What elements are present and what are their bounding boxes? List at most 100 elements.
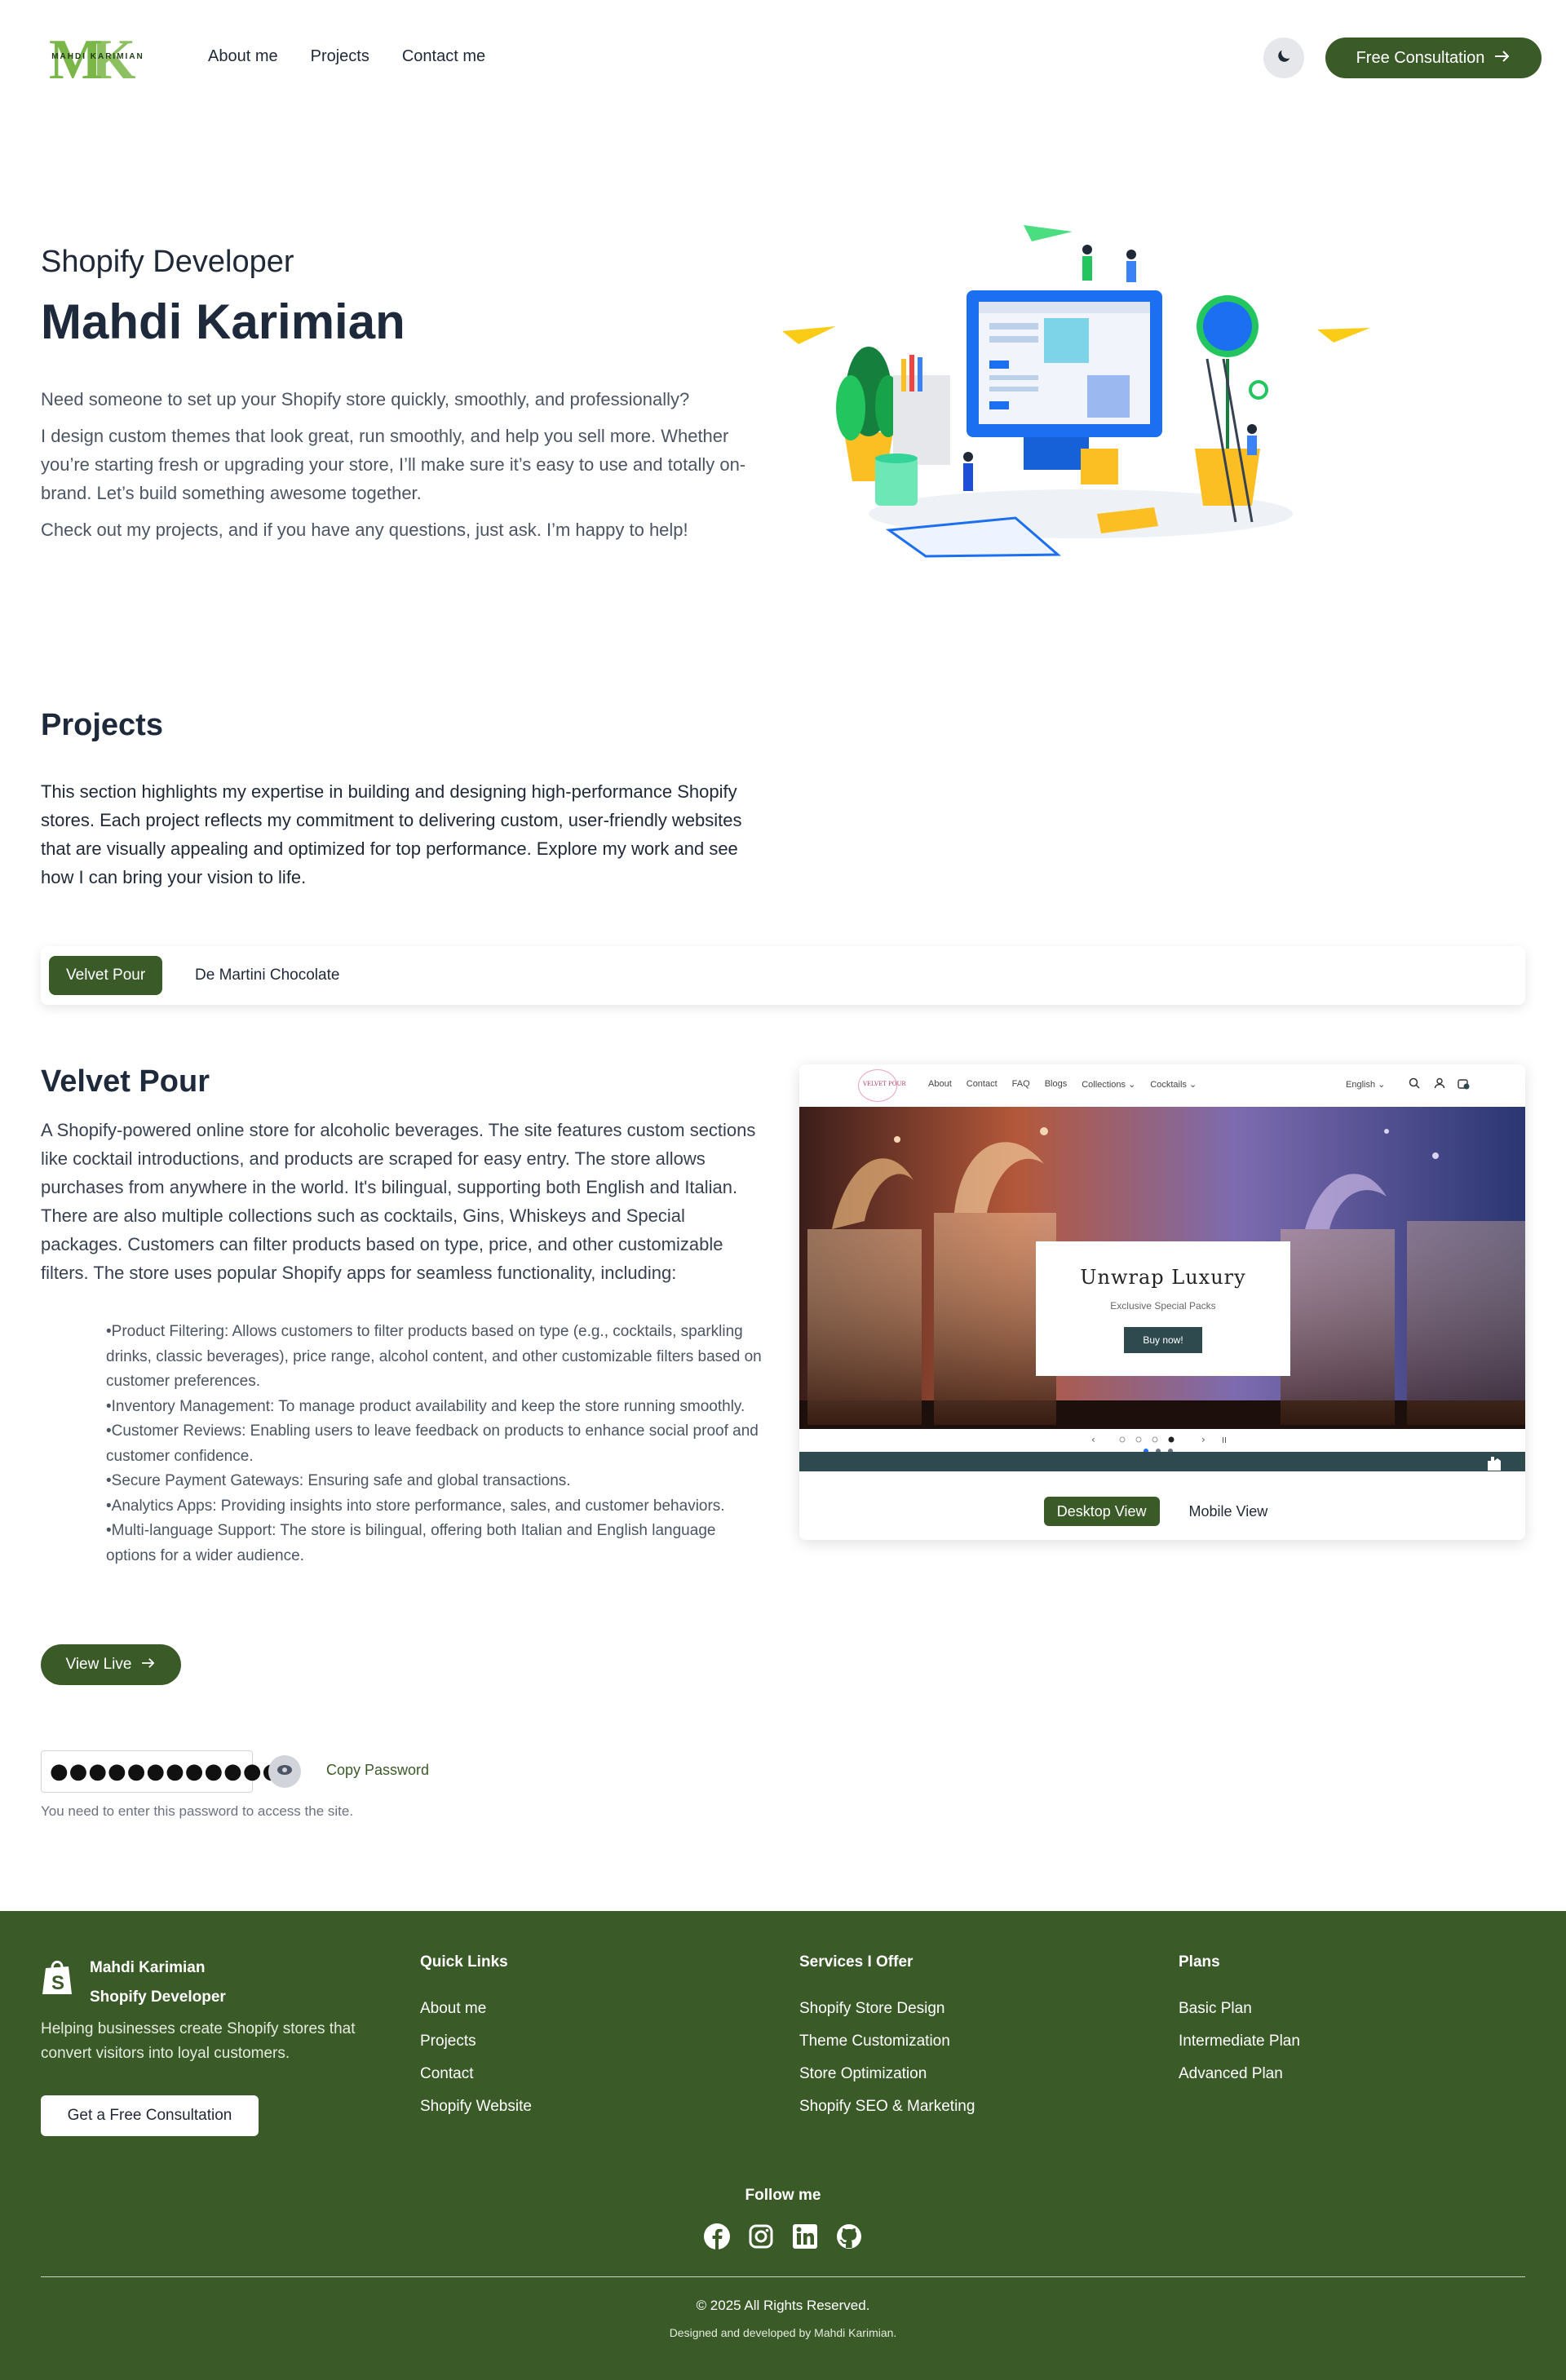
footer-brand: Mahdi Karimian Shopify Developer	[90, 1953, 226, 2012]
account-icon	[1434, 1077, 1445, 1093]
feature-item: Inventory Management: To manage product …	[106, 1395, 767, 1420]
footer-role: Shopify Developer	[90, 1988, 226, 2006]
desktop-view-button[interactable]: Desktop View	[1043, 1497, 1160, 1526]
logo-name: MAHDI KARIMIAN	[51, 52, 144, 61]
copy-password-button[interactable]: Copy Password	[326, 1762, 429, 1779]
preview-nav-link: About	[928, 1079, 952, 1089]
facebook-icon[interactable]	[703, 2223, 731, 2250]
hero-paragraph-3: Check out my projects, and if you have a…	[41, 520, 688, 540]
footer-services: Shopify Store Design Theme Customization…	[799, 1993, 975, 2123]
search-icon	[1409, 1077, 1420, 1093]
preview-hero-image: Unwrap Luxury Exclusive Special Packs Bu…	[799, 1107, 1525, 1429]
svg-text:‹: ‹	[1091, 1434, 1095, 1445]
social-links	[0, 2223, 1566, 2250]
footer-link[interactable]: Basic Plan	[1179, 1993, 1300, 2025]
footer-quick-links: About me Projects Contact Shopify Websit…	[420, 1993, 532, 2123]
linkedin-icon[interactable]	[791, 2223, 819, 2250]
free-consultation-button[interactable]: Free Consultation	[1325, 38, 1542, 78]
preview-hero-card: Unwrap Luxury Exclusive Special Packs Bu…	[1036, 1241, 1290, 1376]
tab-de-martini-chocolate[interactable]: De Martini Chocolate	[178, 956, 356, 995]
preview-brand: VELVET POUR	[863, 1081, 906, 1087]
preview-navbar: VELVET POUR About Contact FAQ Blogs Coll…	[799, 1064, 1525, 1107]
footer-link[interactable]: Shopify SEO & Marketing	[799, 2090, 975, 2123]
preview-bottom-strip	[799, 1452, 1525, 1471]
footer-link[interactable]: Projects	[420, 2025, 532, 2058]
svg-text:›: ›	[1201, 1434, 1205, 1445]
mobile-view-button[interactable]: Mobile View	[1176, 1497, 1281, 1526]
footer-link[interactable]: Contact	[420, 2058, 532, 2090]
feature-item: Secure Payment Gateways: Ensuring safe a…	[106, 1469, 767, 1494]
site-preview: VELVET POUR About Contact FAQ Blogs Coll…	[799, 1064, 1525, 1540]
credit-text: Designed and developed by Mahdi Karimian…	[669, 2326, 897, 2339]
project-tabs: Velvet Pour De Martini Chocolate	[41, 946, 1525, 1005]
preview-nav-link: Cocktails ⌄	[1150, 1080, 1197, 1090]
follow-me-heading: Follow me	[745, 2187, 821, 2204]
project-description: A Shopify-powered online store for alcoh…	[41, 1120, 756, 1283]
nav-contact[interactable]: Contact me	[402, 47, 485, 66]
feature-item: Multi-language Support: The store is bil…	[106, 1519, 767, 1568]
footer-quick-links-heading: Quick Links	[420, 1953, 508, 1971]
view-live-button[interactable]: View Live	[41, 1644, 181, 1685]
hero-paragraph-2: I design custom themes that look great, …	[41, 426, 746, 503]
preview-buy-now-button: Buy now!	[1124, 1327, 1202, 1353]
footer-consultation-button[interactable]: Get a Free Consultation	[41, 2095, 259, 2136]
hero-illustration	[779, 220, 1374, 571]
free-consultation-label: Free Consultation	[1356, 48, 1485, 67]
main-nav: About me Projects Contact me	[208, 47, 485, 66]
password-note: You need to enter this password to acces…	[41, 1803, 354, 1819]
feature-item: Product Filtering: Allows customers to f…	[106, 1320, 767, 1395]
arrow-right-icon	[1494, 49, 1511, 68]
footer-services-heading: Services I Offer	[799, 1953, 914, 1971]
svg-text:S: S	[51, 1972, 64, 1994]
footer-link[interactable]: Intermediate Plan	[1179, 2025, 1300, 2058]
preview-nav-link: Collections ⌄	[1082, 1080, 1136, 1090]
theme-toggle-button[interactable]	[1263, 38, 1304, 78]
footer-link[interactable]: Advanced Plan	[1179, 2058, 1300, 2090]
hero-paragraph-1: Need someone to set up your Shopify stor…	[41, 389, 690, 409]
footer-divider	[41, 2276, 1525, 2277]
projects-intro: This section highlights my expertise in …	[41, 781, 742, 887]
preview-nav-link: FAQ	[1011, 1079, 1030, 1089]
preview-view-toggle: Desktop View Mobile View	[799, 1497, 1525, 1526]
footer-description: Helping businesses create Shopify stores…	[41, 2020, 356, 2062]
tab-velvet-pour[interactable]: Velvet Pour	[49, 956, 163, 995]
footer-link[interactable]: Shopify Store Design	[799, 1993, 975, 2025]
copyright-text: © 2025 All Rights Reserved.	[696, 2298, 870, 2313]
password-field[interactable]: ●●●●●●●●●●●●●	[41, 1750, 300, 1793]
moon-icon	[1275, 47, 1293, 69]
feature-list: Product Filtering: Allows customers to f…	[106, 1320, 767, 1568]
footer-link[interactable]: Shopify Website	[420, 2090, 532, 2123]
hero-title: Mahdi Karimian	[41, 294, 405, 349]
footer-plans-heading: Plans	[1179, 1953, 1220, 1971]
cart-icon	[1457, 1077, 1470, 1094]
nav-about[interactable]: About me	[208, 47, 278, 66]
preview-nav-link: Contact	[966, 1079, 998, 1089]
svg-text:II: II	[1222, 1436, 1227, 1445]
preview-nav-links: About Contact FAQ Blogs Collections ⌄ Co…	[928, 1079, 1197, 1090]
footer-link[interactable]: Store Optimization	[799, 2058, 975, 2090]
github-icon[interactable]	[835, 2223, 863, 2250]
footer-plans: Basic Plan Intermediate Plan Advanced Pl…	[1179, 1993, 1300, 2090]
instagram-icon[interactable]	[747, 2223, 775, 2250]
preview-hero-title: Unwrap Luxury	[1080, 1266, 1246, 1289]
view-live-label: View Live	[65, 1656, 132, 1673]
hero-subtitle: Shopify Developer	[41, 245, 294, 279]
preview-hero-subtitle: Exclusive Special Packs	[1110, 1300, 1216, 1312]
footer-name: Mahdi Karimian	[90, 1959, 206, 1976]
site-logo[interactable]: M K MAHDI KARIMIAN	[34, 29, 161, 91]
site-footer: S Mahdi Karimian Shopify Developer Helpi…	[0, 1911, 1566, 2380]
eye-icon	[276, 1764, 293, 1780]
project-title: Velvet Pour	[41, 1064, 210, 1099]
show-password-button[interactable]	[268, 1755, 301, 1788]
footer-link[interactable]: About me	[420, 1993, 532, 2025]
projects-heading: Projects	[41, 708, 163, 742]
feature-item: Customer Reviews: Enabling users to leav…	[106, 1419, 767, 1469]
nav-projects[interactable]: Projects	[311, 47, 369, 66]
feature-item: Analytics Apps: Providing insights into …	[106, 1494, 767, 1520]
footer-link[interactable]: Theme Customization	[799, 2025, 975, 2058]
preview-language: English ⌄	[1346, 1080, 1386, 1090]
arrow-right-icon	[141, 1656, 156, 1674]
shopify-bag-icon: S	[41, 1958, 75, 1996]
wave-hand-icon	[1483, 1454, 1507, 1476]
preview-nav-link: Blogs	[1044, 1079, 1068, 1089]
